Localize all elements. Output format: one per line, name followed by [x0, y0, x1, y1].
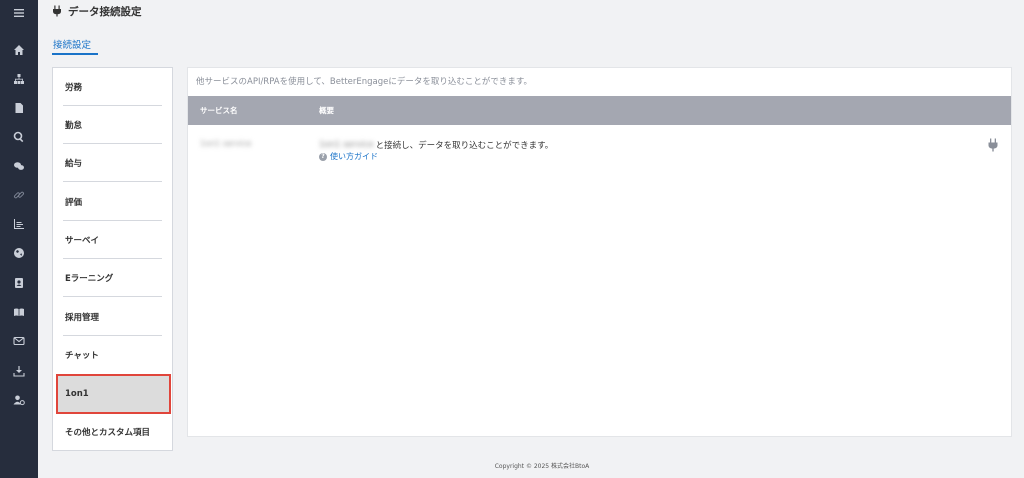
usage-guide-link[interactable]: ? 使い方ガイド [319, 151, 378, 162]
download-icon[interactable] [0, 361, 38, 381]
integration-panel: 他サービスのAPI/RPAを使用して、BetterEngageにデータを取り込む… [187, 67, 1012, 437]
column-header-summary: 概要 [319, 106, 334, 115]
service-name-cell: 1on1 service [200, 139, 252, 148]
category-item-labor[interactable]: 労務 [63, 68, 162, 106]
document-icon[interactable] [0, 98, 38, 118]
usage-guide-label[interactable]: 使い方ガイド [330, 151, 378, 162]
plug-icon [53, 5, 61, 17]
org-chart-icon[interactable] [0, 69, 38, 89]
category-item-recruitment[interactable]: 採用管理 [63, 298, 162, 336]
user-settings-icon[interactable] [0, 390, 38, 410]
tab-active-indicator [52, 53, 98, 55]
category-item-attendance[interactable]: 勤怠 [63, 106, 162, 144]
contact-icon[interactable] [0, 273, 38, 293]
connect-plug-icon[interactable] [987, 137, 999, 152]
home-icon[interactable] [0, 40, 38, 60]
table-header: サービス名 概要 [188, 96, 1011, 125]
search-icon[interactable] [0, 127, 38, 147]
sidebar [0, 0, 38, 478]
category-list: 労務 勤怠 給与 評価 サーベイ Eラーニング 採用管理 チャット 1on1 そ… [52, 67, 173, 451]
link-icon[interactable] [0, 185, 38, 205]
chat-icon[interactable] [0, 156, 38, 176]
summary-cell: 1on1 service と接続し、データを取り込むことができます。 [319, 139, 553, 151]
page-header: データ接続設定 [52, 4, 142, 18]
footer-copyright: Copyright © 2025 株式会社BtoA [494, 463, 590, 470]
book-icon[interactable] [0, 302, 38, 322]
category-item-evaluation[interactable]: 評価 [63, 183, 162, 221]
chart-icon[interactable] [0, 214, 38, 234]
globe-icon[interactable] [0, 243, 38, 263]
mail-icon[interactable] [0, 331, 38, 351]
page-title: データ接続設定 [68, 5, 142, 18]
question-icon: ? [319, 152, 327, 161]
column-header-service-name: サービス名 [200, 106, 238, 115]
category-item-payroll[interactable]: 給与 [63, 144, 162, 182]
menu-icon[interactable] [0, 3, 38, 23]
summary-text: と接続し、データを取り込むことができます。 [375, 141, 554, 151]
service-name-inline: 1on1 service [319, 140, 374, 150]
category-item-other-custom[interactable]: その他とカスタム項目 [63, 413, 162, 451]
category-item-1on1[interactable]: 1on1 [56, 374, 171, 414]
category-item-elearning[interactable]: Eラーニング [63, 259, 162, 297]
tab-connection-settings[interactable]: 接続設定 [53, 37, 91, 51]
category-item-chat[interactable]: チャット [63, 336, 162, 374]
category-item-survey[interactable]: サーベイ [63, 221, 162, 259]
panel-description: 他サービスのAPI/RPAを使用して、BetterEngageにデータを取り込む… [196, 77, 533, 87]
